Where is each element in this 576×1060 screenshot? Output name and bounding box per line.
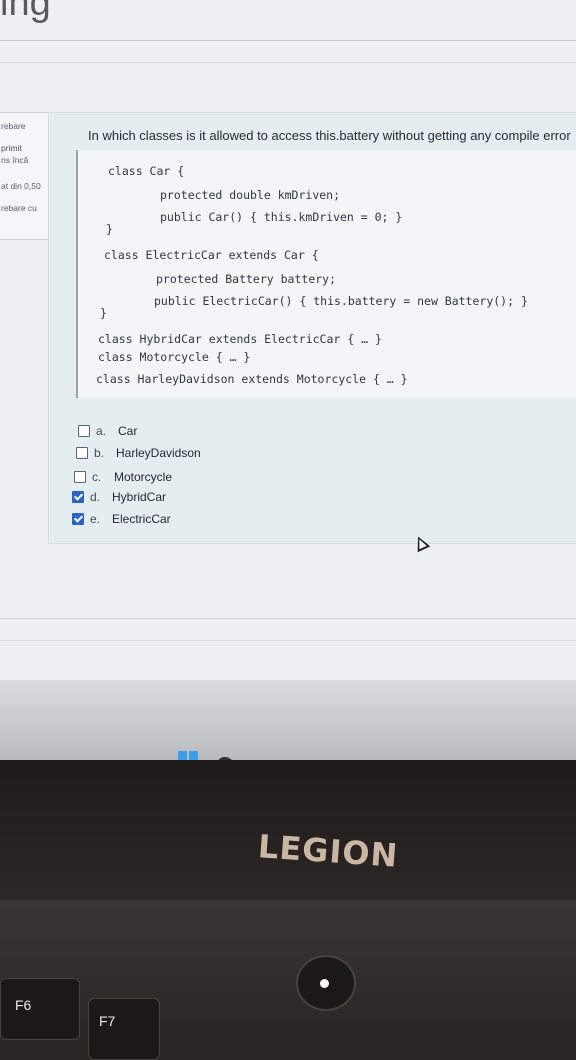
code-block: class Car { protected double kmDriven; p… <box>76 150 576 398</box>
answer-checkbox[interactable] <box>72 513 84 525</box>
question-info-box: rebare primit ns încă at din 0,50 rebare… <box>0 112 52 240</box>
divider <box>0 640 576 641</box>
flag-question-link[interactable]: rebare cu <box>1 203 51 213</box>
info-received: primit <box>1 143 22 153</box>
answer-letter: b. <box>94 446 105 460</box>
code-line: class HarleyDavidson extends Motorcycle … <box>96 372 408 386</box>
answer-checkbox[interactable] <box>76 447 88 459</box>
question-text: In which classes is it allowed to access… <box>88 128 571 143</box>
key-f6[interactable]: F6 <box>0 978 80 1040</box>
divider <box>0 618 576 619</box>
page-heading: ing <box>0 0 51 24</box>
answer-letter: c. <box>92 470 102 484</box>
info-status: rebare <box>1 121 26 131</box>
info-not-yet: ns încă <box>1 155 29 165</box>
key-label: F7 <box>99 1013 116 1029</box>
code-line: public Car() { this.kmDriven = 0; } <box>160 210 403 224</box>
power-button[interactable] <box>296 955 356 1011</box>
answer-checkbox[interactable] <box>74 471 86 483</box>
code-line: class ElectricCar extends Car { <box>104 248 319 262</box>
code-line: class HybridCar extends ElectricCar { … … <box>98 332 382 346</box>
code-line: } <box>106 222 113 236</box>
code-line: public ElectricCar() { this.battery = ne… <box>154 294 528 308</box>
laptop-screen: ing rebare primit ns încă at din 0,50 re… <box>0 0 576 760</box>
answer-letter: e. <box>90 512 101 526</box>
answer-label: HarleyDavidson <box>116 446 201 460</box>
info-points: at din 0,50 <box>1 181 41 191</box>
answer-label: Motorcycle <box>114 470 173 484</box>
code-line: } <box>100 306 107 320</box>
code-line: class Motorcycle { … } <box>98 350 251 364</box>
answer-label: HybridCar <box>112 490 167 504</box>
answer-checkbox[interactable] <box>72 491 84 503</box>
key-label: F6 <box>15 997 32 1013</box>
code-line: protected Battery battery; <box>156 272 337 286</box>
divider <box>0 40 576 41</box>
code-line: class Car { <box>108 164 185 178</box>
divider <box>0 62 576 63</box>
answer-letter: d. <box>90 490 101 504</box>
key-f7[interactable]: F7 <box>88 998 160 1060</box>
answer-label: ElectricCar <box>112 512 171 526</box>
code-line: protected double kmDriven; <box>160 188 341 202</box>
answer-letter: a. <box>96 424 107 438</box>
answer-label: Car <box>118 424 138 438</box>
answer-checkbox[interactable] <box>78 425 90 437</box>
keyboard-deck <box>0 900 576 1024</box>
